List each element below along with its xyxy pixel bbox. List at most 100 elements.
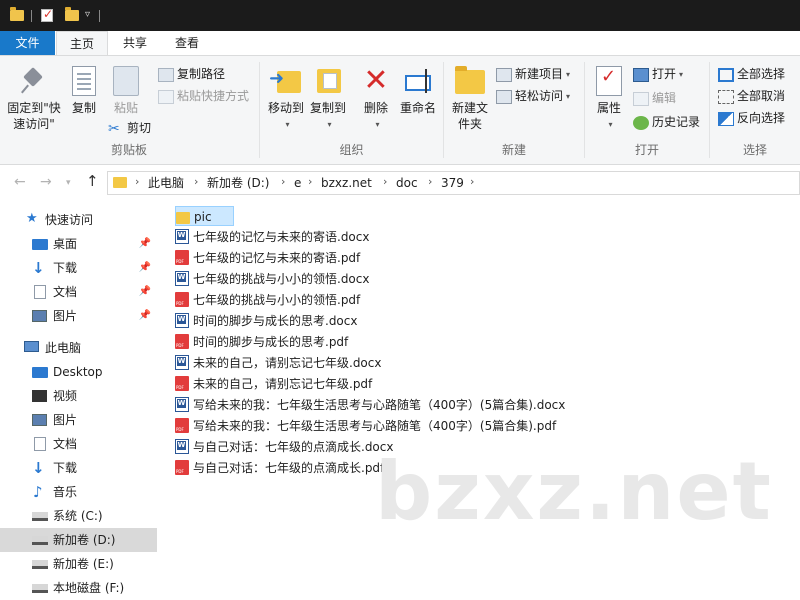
invert-selection-button[interactable]: 反向选择 <box>718 108 785 128</box>
file-list: pic 七年级的记忆与未来的寄语.docx 七年级的记忆与未来的寄语.pdf 七… <box>157 199 800 600</box>
open-button[interactable]: 打开 ▾ <box>633 64 683 84</box>
properties-button[interactable]: 属性 ▾ <box>589 62 629 133</box>
pdf-icon <box>175 460 189 475</box>
drive-icon <box>32 536 48 545</box>
chevron-right-icon[interactable]: › <box>428 175 432 188</box>
nav-pictures-pc[interactable]: 图片 <box>0 408 157 432</box>
chevron-right-icon[interactable]: › <box>135 175 139 188</box>
rename-button[interactable]: 重命名 <box>396 62 440 116</box>
new-folder-button[interactable]: 新建文件夹 <box>450 62 490 132</box>
breadcrumb-this-pc[interactable]: 此电脑 <box>148 175 184 191</box>
tab-file[interactable]: 文件 <box>0 31 55 56</box>
history-button[interactable]: 历史记录 <box>633 112 700 132</box>
computer-icon <box>24 341 39 352</box>
file-row[interactable]: 七年级的记忆与未来的寄语.docx <box>175 227 369 247</box>
pin-icon[interactable]: 📌 <box>139 280 151 304</box>
delete-button[interactable]: ✕ 删除 ▾ <box>358 62 394 133</box>
scissors-icon: ✂ <box>108 120 120 137</box>
nav-desktop-pc[interactable]: Desktop <box>0 360 157 384</box>
nav-videos[interactable]: 视频 <box>0 384 157 408</box>
pin-quick-access-button[interactable]: 固定到"快速访问" <box>4 62 64 132</box>
pin-icon[interactable]: 📌 <box>139 304 151 328</box>
word-document-icon <box>175 397 189 412</box>
move-to-button[interactable]: 移动到 ▾ <box>264 62 308 133</box>
file-row[interactable]: 与自己对话：七年级的点滴成长.pdf <box>175 458 384 478</box>
nav-pictures[interactable]: 图片 📌 <box>0 304 157 328</box>
file-row[interactable]: pic <box>175 206 234 226</box>
folder-icon[interactable] <box>10 7 24 21</box>
copy-to-label: 复制到 <box>309 101 346 115</box>
file-row[interactable]: 时间的脚步与成长的思考.pdf <box>175 332 348 352</box>
chevron-right-icon[interactable]: › <box>470 175 474 188</box>
chevron-right-icon[interactable]: › <box>194 175 198 188</box>
video-icon <box>32 390 47 402</box>
file-row[interactable]: 写给未来的我：七年级生活思考与心路随笔（400字）(5篇合集).docx <box>175 395 565 415</box>
file-row[interactable]: 与自己对话：七年级的点滴成长.docx <box>175 437 393 457</box>
breadcrumb-doc[interactable]: doc <box>396 175 418 191</box>
copy-to-button[interactable]: 复制到 ▾ <box>308 62 348 133</box>
tab-home[interactable]: 主页 <box>56 31 108 56</box>
recent-dropdown-icon[interactable]: ▾ <box>66 178 71 188</box>
file-row[interactable]: 七年级的记忆与未来的寄语.pdf <box>175 248 360 268</box>
nav-this-pc[interactable]: 此电脑 <box>0 336 157 360</box>
nav-drive-d[interactable]: 新加卷 (D:) <box>0 528 157 552</box>
music-icon: ♪ <box>33 483 43 501</box>
copy-button[interactable]: 复制 <box>66 62 102 116</box>
nav-documents[interactable]: 文档 📌 <box>0 280 157 304</box>
nav-quick-access-label: 快速访问 <box>45 213 94 227</box>
paste-button[interactable]: 粘贴 <box>106 62 146 116</box>
nav-drive-c[interactable]: 系统 (C:) <box>0 504 157 528</box>
chevron-right-icon[interactable]: › <box>281 175 285 188</box>
breadcrumb-drive-d[interactable]: 新加卷 (D:) <box>207 175 269 191</box>
breadcrumb-bzxz[interactable]: bzxz.net <box>321 175 372 191</box>
copy-path-button[interactable]: 复制路径 <box>158 64 225 84</box>
chevron-right-icon[interactable]: › <box>308 175 312 188</box>
properties-icon[interactable] <box>41 7 53 22</box>
chevron-down-icon: ▾ <box>566 69 571 79</box>
pdf-icon <box>175 418 189 433</box>
file-row[interactable]: 时间的脚步与成长的思考.docx <box>175 311 357 331</box>
history-label: 历史记录 <box>652 115 701 129</box>
address-bar[interactable]: › 此电脑 › 新加卷 (D:) › e › bzxz.net › doc › … <box>107 171 800 195</box>
file-row[interactable]: 写给未来的我：七年级生活思考与心路随笔（400字）(5篇合集).pdf <box>175 416 556 436</box>
pin-icon[interactable]: 📌 <box>139 232 151 256</box>
cut-button[interactable]: ✂ 剪切 <box>108 118 151 138</box>
nav-documents-pc[interactable]: 文档 <box>0 432 157 456</box>
word-document-icon <box>175 271 189 286</box>
breadcrumb-379[interactable]: 379 <box>441 175 464 191</box>
copy-label: 复制 <box>71 101 96 115</box>
select-all-button[interactable]: 全部选择 <box>718 64 785 84</box>
chevron-down-icon: ▾ <box>327 119 332 129</box>
new-group-label: 新建 <box>501 143 526 157</box>
nav-drive-f[interactable]: 本地磁盘 (F:) <box>0 576 157 600</box>
back-arrow-icon[interactable]: ← <box>14 174 26 190</box>
paste-shortcut-button[interactable]: 粘贴快捷方式 <box>158 86 249 106</box>
new-folder-icon[interactable] <box>65 7 79 21</box>
file-row[interactable]: 未来的自己，请别忘记七年级.docx <box>175 353 381 373</box>
new-item-button[interactable]: 新建项目 ▾ <box>496 64 570 84</box>
tab-view[interactable]: 查看 <box>162 31 212 56</box>
word-document-icon <box>175 313 189 328</box>
forward-arrow-icon[interactable]: → <box>40 174 52 190</box>
nav-desktop[interactable]: 桌面 📌 <box>0 232 157 256</box>
select-none-button[interactable]: 全部取消 <box>718 86 785 106</box>
pin-icon[interactable]: 📌 <box>139 256 151 280</box>
file-row[interactable]: 七年级的挑战与小小的领悟.pdf <box>175 290 360 310</box>
nav-music[interactable]: ♪ 音乐 <box>0 480 157 504</box>
nav-downloads-pc[interactable]: ↓ 下载 <box>0 456 157 480</box>
nav-drive-e[interactable]: 新加卷 (E:) <box>0 552 157 576</box>
up-arrow-icon[interactable]: ↑ <box>86 172 99 190</box>
easy-access-button[interactable]: 轻松访问 ▾ <box>496 86 570 106</box>
edit-button[interactable]: 编辑 <box>633 88 676 108</box>
invert-selection-label: 反向选择 <box>737 111 786 125</box>
tab-share[interactable]: 共享 <box>110 31 160 56</box>
file-row[interactable]: 七年级的挑战与小小的领悟.docx <box>175 269 369 289</box>
breadcrumb-e[interactable]: e <box>294 175 301 191</box>
customize-dropdown-icon[interactable]: ▿ <box>85 9 90 25</box>
file-row[interactable]: 未来的自己，请别忘记七年级.pdf <box>175 374 372 394</box>
nav-downloads[interactable]: ↓ 下载 📌 <box>0 256 157 280</box>
rename-icon <box>403 65 433 97</box>
organize-group-label: 组织 <box>339 143 364 157</box>
nav-quick-access[interactable]: ★ 快速访问 <box>0 208 157 232</box>
chevron-right-icon[interactable]: › <box>383 175 387 188</box>
